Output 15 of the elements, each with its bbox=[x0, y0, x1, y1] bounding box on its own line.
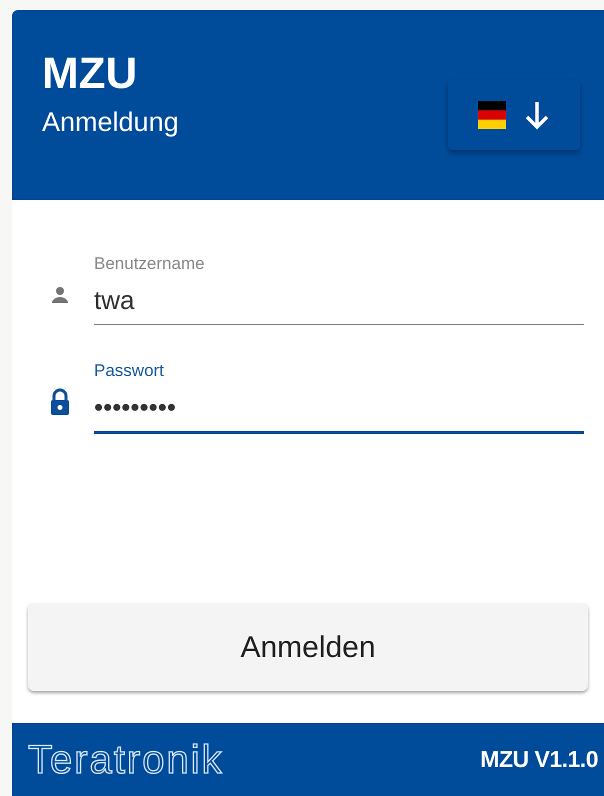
down-arrow-icon bbox=[524, 100, 550, 130]
language-button[interactable] bbox=[448, 80, 580, 150]
version-label: MZU V1.1.0 bbox=[480, 745, 598, 774]
text-field[interactable]: Benutzername twa bbox=[94, 254, 584, 325]
field-label: Benutzername bbox=[94, 254, 206, 274]
field-label: Passwort bbox=[94, 361, 165, 381]
flag-icon bbox=[478, 101, 506, 129]
page-subtitle: Anmeldung bbox=[42, 106, 179, 139]
field-value[interactable]: ••••••••• bbox=[94, 391, 584, 423]
brand-logo: Teratronik bbox=[28, 736, 224, 784]
app-title: MZU bbox=[42, 50, 138, 98]
padlock-icon bbox=[48, 388, 72, 416]
text-field[interactable]: Passwort ••••••••• bbox=[94, 361, 584, 434]
field-value[interactable]: twa bbox=[94, 284, 584, 316]
login-button[interactable]: Anmelden bbox=[28, 603, 588, 691]
